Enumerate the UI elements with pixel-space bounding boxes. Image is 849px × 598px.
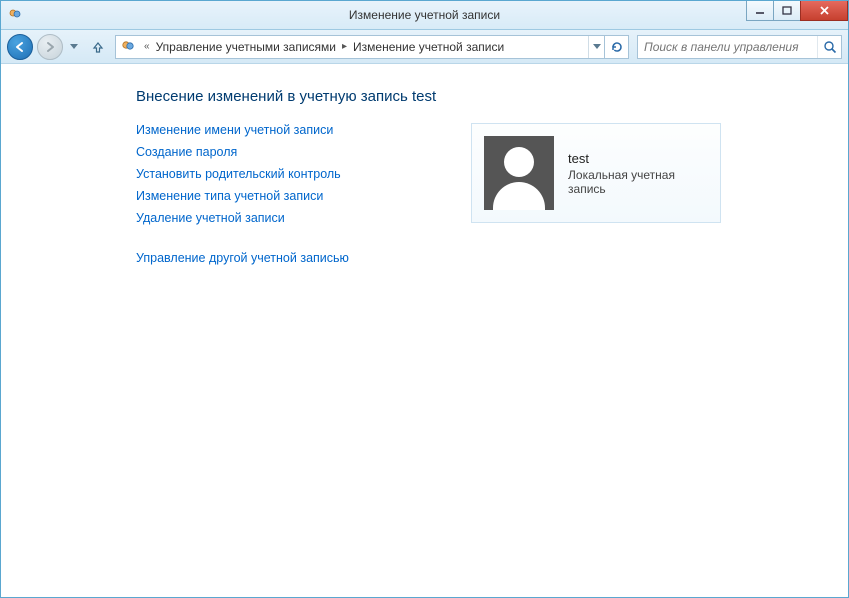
up-button[interactable] <box>87 36 109 58</box>
back-button[interactable] <box>7 34 33 60</box>
avatar <box>484 136 554 210</box>
user-card: test Локальная учетная запись <box>471 123 721 223</box>
maximize-button[interactable] <box>773 1 801 21</box>
search-input[interactable] <box>638 40 817 54</box>
window-buttons <box>747 1 848 21</box>
spacer <box>136 233 471 243</box>
content-area: Внесение изменений в учетную запись test… <box>1 64 848 265</box>
address-dropdown[interactable] <box>588 36 604 58</box>
link-rename-account[interactable]: Изменение имени учетной записи <box>136 123 471 137</box>
user-info: test Локальная учетная запись <box>568 151 708 196</box>
address-bar[interactable]: « Управление учетными записями ▸ Изменен… <box>115 35 629 59</box>
link-create-password[interactable]: Создание пароля <box>136 145 471 159</box>
window-title: Изменение учетной записи <box>1 8 848 22</box>
forward-button[interactable] <box>37 34 63 60</box>
link-parental-controls[interactable]: Установить родительский контроль <box>136 167 471 181</box>
link-manage-other[interactable]: Управление другой учетной записью <box>136 251 471 265</box>
close-button[interactable] <box>800 1 848 21</box>
app-icon <box>7 7 23 23</box>
minimize-button[interactable] <box>746 1 774 21</box>
action-links: Изменение имени учетной записи Создание … <box>136 123 471 265</box>
user-accounts-icon <box>120 39 136 55</box>
nav-history-dropdown[interactable] <box>67 37 81 57</box>
breadcrumb-item-1[interactable]: Управление учетными записями <box>154 40 338 54</box>
nav-bar: « Управление учетными записями ▸ Изменен… <box>1 30 848 64</box>
breadcrumb-prefix: « <box>140 41 154 52</box>
user-name: test <box>568 151 708 166</box>
breadcrumb-item-2[interactable]: Изменение учетной записи <box>351 40 506 54</box>
refresh-button[interactable] <box>604 36 628 58</box>
link-delete-account[interactable]: Удаление учетной записи <box>136 211 471 225</box>
link-change-type[interactable]: Изменение типа учетной записи <box>136 189 471 203</box>
chevron-right-icon: ▸ <box>338 41 351 52</box>
page-heading: Внесение изменений в учетную запись test <box>136 88 848 105</box>
user-type: Локальная учетная запись <box>568 168 708 196</box>
search-icon[interactable] <box>817 36 841 58</box>
title-bar: Изменение учетной записи <box>1 1 848 30</box>
search-box[interactable] <box>637 35 842 59</box>
